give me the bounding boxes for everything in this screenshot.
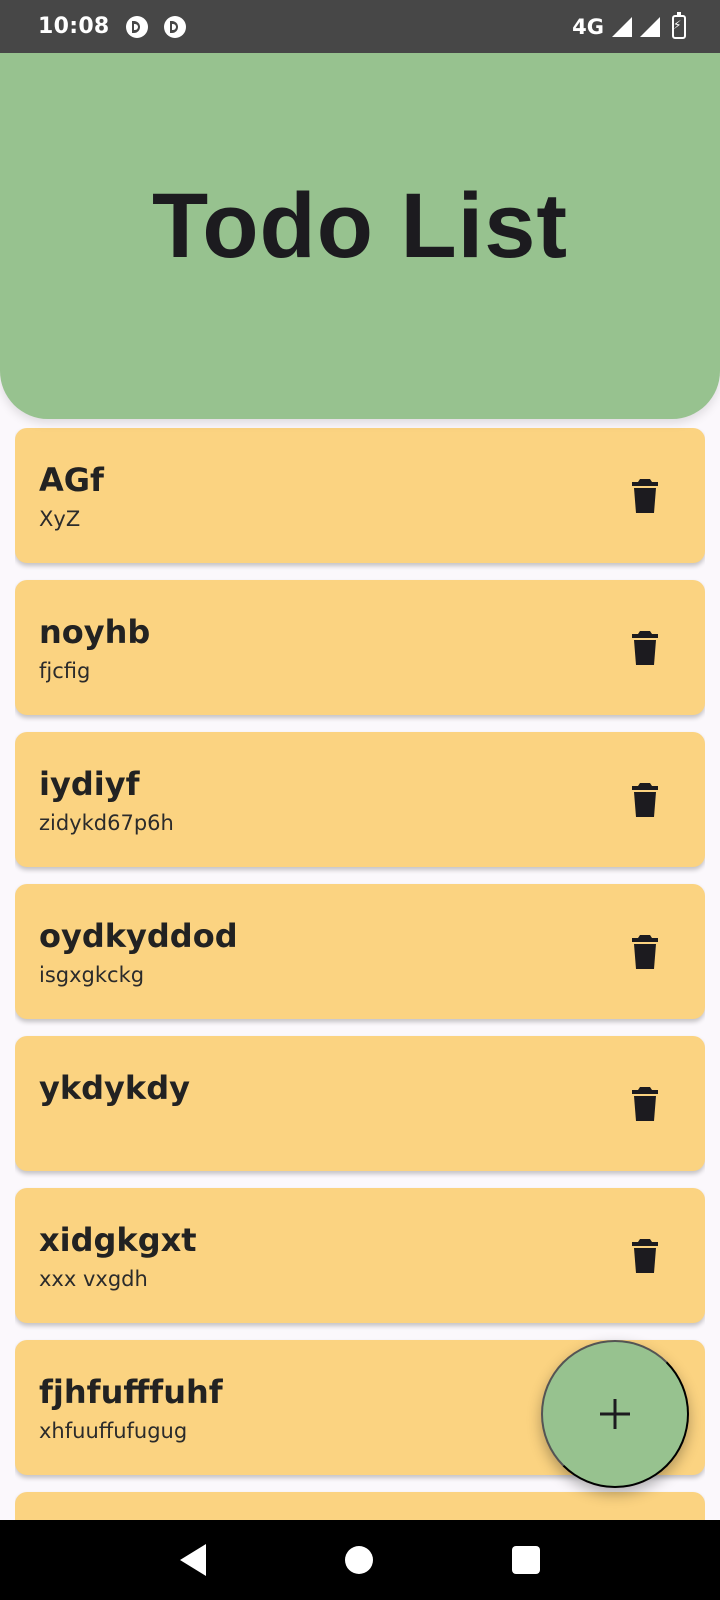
- app-header: Todo List: [0, 53, 720, 419]
- todo-text: noyhb fjcfig: [39, 580, 150, 715]
- todo-card[interactable]: ykdykdy: [15, 1036, 705, 1171]
- todo-text: ykdykdy: [39, 1036, 190, 1171]
- status-right: 4G: [572, 11, 686, 39]
- todo-title: noyhb: [39, 612, 151, 651]
- todo-card[interactable]: AGf XyZ: [15, 428, 705, 563]
- recents-icon[interactable]: [512, 1546, 541, 1574]
- todo-title: ykdykdy: [39, 1068, 190, 1107]
- todo-text: oydkyddod isgxgkckg: [39, 884, 238, 1019]
- todo-title: AGf: [39, 460, 104, 499]
- trash-icon: [632, 782, 658, 817]
- todo-description: XyZ: [39, 506, 81, 531]
- todo-description: xhfuuffufugug: [39, 1418, 188, 1443]
- todo-title: fjhfufffuhf: [39, 1372, 223, 1411]
- trash-icon: [632, 478, 658, 513]
- todo-description: xxx vxgdh: [39, 1266, 148, 1291]
- delete-button[interactable]: [621, 1232, 669, 1280]
- todo-description: zidykd67p6h: [39, 810, 174, 835]
- trash-icon: [632, 630, 658, 665]
- todo-description: isgxgkckg: [39, 962, 145, 987]
- todo-text: fjhfufffuhf xhfuuffufugug: [39, 1340, 223, 1475]
- status-left: 10:08: [38, 14, 186, 39]
- home-icon[interactable]: [344, 1546, 373, 1574]
- navigation-bar: [0, 1520, 720, 1600]
- todo-card[interactable]: iydiyf zidykd67p6h: [15, 732, 705, 867]
- page-title: Todo List: [151, 174, 569, 277]
- trash-icon: [632, 1238, 658, 1273]
- todo-card[interactable]: oydkyddod isgxgkckg: [15, 884, 705, 1019]
- delete-button[interactable]: [621, 776, 669, 824]
- todo-card[interactable]: [15, 1492, 705, 1520]
- app-screen: 10:08 4G Todo List AGf XyZ noyhb fj: [0, 0, 720, 1600]
- todo-text: xidgkgxt xxx vxgdh: [39, 1188, 197, 1323]
- status-bar: 10:08 4G: [0, 0, 720, 53]
- add-todo-button[interactable]: [541, 1340, 689, 1488]
- delete-button[interactable]: [621, 928, 669, 976]
- signal-icon: [640, 16, 660, 37]
- trash-icon: [632, 934, 658, 969]
- plus-icon: [600, 1399, 630, 1429]
- todo-description: [39, 1112, 190, 1142]
- delete-button[interactable]: [621, 1080, 669, 1128]
- todo-text: AGf XyZ: [39, 428, 104, 563]
- notification-icon: [163, 15, 186, 38]
- todo-title: xidgkgxt: [39, 1220, 197, 1259]
- battery-charging-icon: [672, 11, 686, 39]
- status-time: 10:08: [38, 14, 110, 39]
- delete-button[interactable]: [621, 472, 669, 520]
- notification-icon: [125, 15, 148, 38]
- network-type: 4G: [572, 14, 604, 39]
- todo-title: iydiyf: [39, 764, 140, 803]
- trash-icon: [632, 1086, 658, 1121]
- todo-title: oydkyddod: [39, 916, 238, 955]
- todo-description: fjcfig: [39, 658, 91, 683]
- signal-icon: [612, 16, 632, 37]
- back-icon[interactable]: [179, 1544, 206, 1576]
- todo-text: iydiyf zidykd67p6h: [39, 732, 174, 867]
- todo-card[interactable]: noyhb fjcfig: [15, 580, 705, 715]
- todo-card[interactable]: xidgkgxt xxx vxgdh: [15, 1188, 705, 1323]
- delete-button[interactable]: [621, 624, 669, 672]
